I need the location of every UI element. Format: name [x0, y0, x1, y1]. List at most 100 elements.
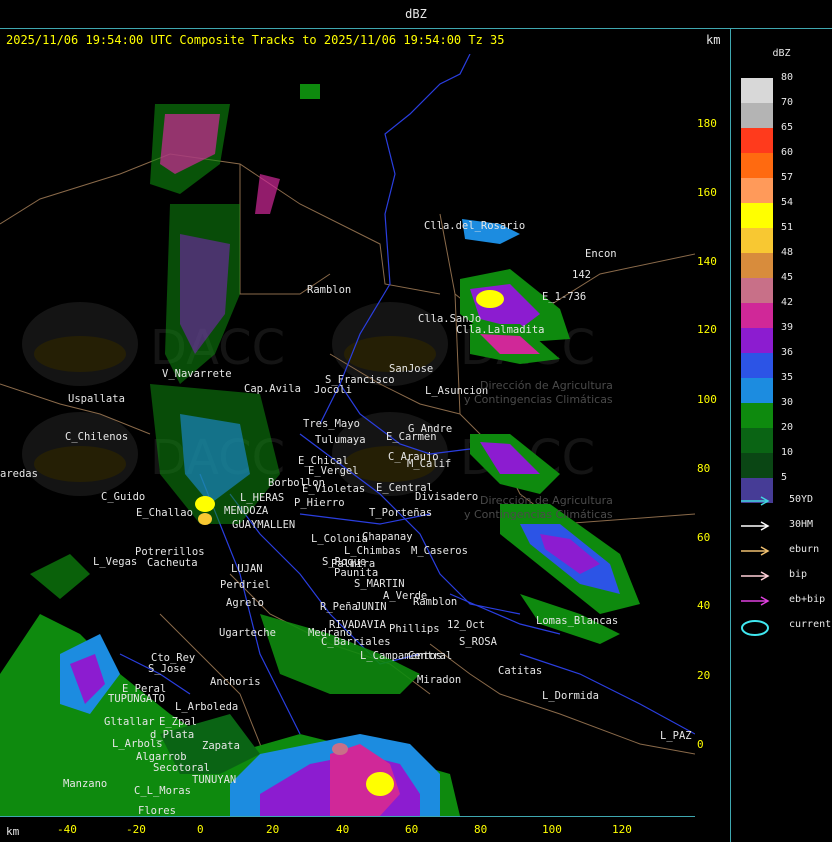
legend-swatch [741, 428, 773, 453]
place-label: SanJose [389, 363, 433, 375]
place-label: C_Guido [101, 491, 145, 503]
legend-level-label: 51 [781, 222, 794, 233]
place-label: Flores [138, 805, 176, 816]
place-label: TUNUYAN [192, 774, 236, 786]
place-label: Zapata [202, 740, 240, 752]
y-tick-label: 40 [697, 599, 711, 612]
place-label: 12_Oct [447, 619, 485, 631]
arrow-icon [741, 571, 770, 581]
place-label: Perdriel [220, 579, 271, 591]
place-label: E_1-736 [542, 291, 586, 303]
legend-swatch [741, 78, 773, 103]
legend-track-50yd: 50YD [739, 494, 813, 508]
place-label: Lomas_Blancas [536, 615, 618, 627]
arrow-icon [741, 496, 770, 506]
frame-top-border [0, 28, 832, 29]
place-label: Anchoris [210, 676, 261, 688]
legend-track-current: current [739, 619, 831, 637]
x-tick-label: 120 [612, 823, 632, 836]
y-tick-label: 80 [697, 462, 711, 475]
legend-level-label: 10 [781, 447, 794, 458]
y-tick-label: 60 [697, 531, 711, 544]
place-label: 142 [572, 269, 591, 281]
ellipse-icon [741, 620, 769, 636]
legend-track-eburn: eburn [739, 544, 819, 558]
place-label: GUAYMALLEN [232, 519, 295, 531]
legend-swatch [741, 178, 773, 203]
place-label: Chapanay [362, 531, 413, 543]
y-tick-label: 120 [697, 323, 717, 336]
arrow-icon [741, 596, 770, 606]
legend-level-label: 48 [781, 247, 794, 258]
x-tick-label: 20 [266, 823, 280, 836]
km-unit-label-bottom: km [6, 825, 20, 838]
place-label: Ugarteche [219, 627, 276, 639]
place-label: E_Vergel [308, 465, 359, 477]
place-label: C_L_Moras [134, 785, 191, 797]
legend-swatch [741, 128, 773, 153]
place-label: Tulumaya [315, 434, 366, 446]
place-label: L_HERAS [240, 492, 284, 504]
legend-level-label: 57 [781, 172, 794, 183]
radar-map[interactable]: DACC DACC DACC DACC [0, 54, 695, 816]
composite-tracks-title: 2025/11/06 19:54:00 UTC Composite Tracks… [6, 33, 505, 47]
watermark-logo-4: DACC [332, 412, 595, 496]
place-label: Manzano [63, 778, 107, 790]
legend-track-label: current [789, 619, 832, 630]
watermark-text: Dirección de Agricultura [480, 494, 613, 507]
watermark-logo-1: DACC [22, 302, 285, 386]
place-label: L_Colonia [311, 533, 368, 545]
place-label: Divisadero [415, 491, 478, 503]
legend-level-label: 20 [781, 422, 794, 433]
place-label: d_Plata [150, 729, 194, 741]
place-label: Catitas [498, 665, 542, 677]
legend-level-label: 35 [781, 372, 794, 383]
place-label: V_Navarrete [162, 368, 232, 380]
legend-level-label: 36 [781, 347, 794, 358]
watermark-text: Dirección de Agricultura [480, 379, 613, 392]
x-tick-label: 60 [405, 823, 419, 836]
place-label: P_Hierro [294, 497, 345, 509]
place-label: Gltallar [104, 716, 155, 728]
watermark-text: y Contingencias Climáticas [464, 393, 613, 406]
legend-level-label: 54 [781, 197, 794, 208]
place-label: R_Peña [320, 601, 358, 613]
x-tick-label: 100 [542, 823, 562, 836]
place-label: Ramblon [413, 596, 457, 608]
legend-track-bip: bip [739, 569, 807, 583]
frame-map-bottom [0, 816, 695, 817]
legend-level-label: 80 [781, 72, 794, 83]
place-label: Secotoral [153, 762, 210, 774]
place-label: Jocoli [314, 384, 352, 396]
place-label: Ramblon [307, 284, 351, 296]
legend-level-label: 30 [781, 397, 794, 408]
place-label: Tres_Mayo [303, 418, 360, 430]
place-label: Cacheuta [147, 557, 198, 569]
place-label: C_Chilenos [65, 431, 128, 443]
legend-swatch [741, 228, 773, 253]
x-tick-label: 80 [474, 823, 488, 836]
place-label: LUJAN [231, 563, 263, 575]
legend-level-label: 60 [781, 147, 794, 158]
place-label: E_Carmen [386, 431, 437, 443]
place-label: Clla.Lalmadita [456, 324, 545, 336]
arrow-icon [741, 546, 770, 556]
window-title: dBZ [405, 7, 427, 21]
legend-swatch [741, 153, 773, 178]
arrow-icon [741, 521, 770, 531]
place-label: Cap.Avila [244, 383, 301, 395]
radar-svg: DACC DACC DACC DACC [0, 54, 695, 816]
legend-swatch [741, 278, 773, 303]
place-label: S_ROSA [459, 636, 498, 648]
place-label: E_Violetas [302, 483, 365, 495]
place-label: Encon [585, 248, 617, 260]
legend-track-label: 50YD [789, 494, 814, 505]
km-unit-label: km [706, 33, 721, 47]
place-label: JUNIN [355, 601, 387, 613]
legend-swatch [741, 403, 773, 428]
place-label: M_Calif [407, 458, 451, 470]
place-label: C_Barriales [321, 636, 391, 648]
legend-track-label: bip [789, 569, 808, 580]
place-label: Uspallata [68, 393, 125, 405]
legend-track-label: 30HM [789, 519, 814, 530]
